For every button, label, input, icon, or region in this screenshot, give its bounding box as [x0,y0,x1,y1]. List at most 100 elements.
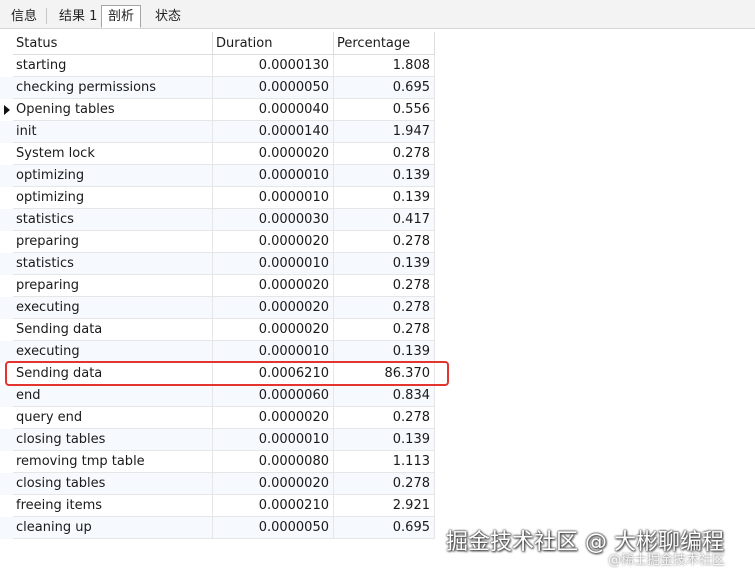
table-row[interactable]: statistics 0.0000030 0.417 [0,209,435,231]
tab-result-1[interactable]: 结果 1 [52,5,104,27]
cell-status[interactable]: init [13,121,213,143]
cell-status[interactable]: Sending data [13,363,213,385]
row-indicator [0,275,13,297]
cell-percentage[interactable]: 0.278 [334,473,435,495]
cell-duration[interactable]: 0.0000140 [213,121,334,143]
table-row[interactable]: closing tables 0.0000010 0.139 [0,429,435,451]
table-row[interactable]: init 0.0000140 1.947 [0,121,435,143]
cell-percentage[interactable]: 0.834 [334,385,435,407]
cell-percentage[interactable]: 0.695 [334,77,435,99]
cell-status[interactable]: closing tables [13,429,213,451]
row-indicator-header [0,32,13,55]
cell-status[interactable]: executing [13,341,213,363]
tab-profile[interactable]: 剖析 [101,5,142,28]
cell-status[interactable]: cleaning up [13,517,213,539]
cell-duration[interactable]: 0.0000060 [213,385,334,407]
table-row[interactable]: optimizing 0.0000010 0.139 [0,165,435,187]
cell-duration[interactable]: 0.0000080 [213,451,334,473]
cell-duration[interactable]: 0.0000020 [213,473,334,495]
cell-status[interactable]: removing tmp table [13,451,213,473]
table-row[interactable]: end 0.0000060 0.834 [0,385,435,407]
cell-status[interactable]: checking permissions [13,77,213,99]
cell-duration[interactable]: 0.0006210 [213,363,334,385]
cell-status[interactable]: executing [13,297,213,319]
table-row[interactable]: removing tmp table 0.0000080 1.113 [0,451,435,473]
cell-percentage[interactable]: 86.370 [334,363,435,385]
cell-status[interactable]: optimizing [13,187,213,209]
profile-grid[interactable]: Status Duration Percentage starting 0.000… [0,32,435,539]
table-row[interactable]: statistics 0.0000010 0.139 [0,253,435,275]
table-row[interactable]: Sending data 0.0006210 86.370 [0,363,435,385]
table-row[interactable]: Sending data 0.0000020 0.278 [0,319,435,341]
table-row[interactable]: preparing 0.0000020 0.278 [0,231,435,253]
cell-percentage[interactable]: 0.278 [334,275,435,297]
cell-percentage[interactable]: 0.556 [334,99,435,121]
cell-duration[interactable]: 0.0000020 [213,275,334,297]
cell-duration[interactable]: 0.0000050 [213,517,334,539]
cell-percentage[interactable]: 0.278 [334,143,435,165]
table-row[interactable]: query end 0.0000020 0.278 [0,407,435,429]
cell-duration[interactable]: 0.0000010 [213,253,334,275]
cell-percentage[interactable]: 1.808 [334,55,435,77]
cell-percentage[interactable]: 0.139 [334,429,435,451]
cell-status[interactable]: statistics [13,253,213,275]
cell-duration[interactable]: 0.0000020 [213,231,334,253]
cell-percentage[interactable]: 0.139 [334,253,435,275]
cell-status[interactable]: preparing [13,275,213,297]
cell-status[interactable]: System lock [13,143,213,165]
cell-status[interactable]: end [13,385,213,407]
cell-percentage[interactable]: 0.278 [334,319,435,341]
table-row[interactable]: executing 0.0000020 0.278 [0,297,435,319]
table-row[interactable]: preparing 0.0000020 0.278 [0,275,435,297]
cell-status[interactable]: Sending data [13,319,213,341]
column-header-status[interactable]: Status [13,32,213,55]
cell-duration[interactable]: 0.0000020 [213,143,334,165]
column-header-percentage[interactable]: Percentage [334,32,435,55]
cell-duration[interactable]: 0.0000030 [213,209,334,231]
cell-duration[interactable]: 0.0000010 [213,429,334,451]
cell-duration[interactable]: 0.0000210 [213,495,334,517]
cell-status[interactable]: preparing [13,231,213,253]
cell-percentage[interactable]: 2.921 [334,495,435,517]
cell-percentage[interactable]: 0.139 [334,165,435,187]
cell-status[interactable]: statistics [13,209,213,231]
cell-percentage[interactable]: 0.139 [334,341,435,363]
cell-status[interactable]: Opening tables [13,99,213,121]
tab-info[interactable]: 信息 [4,5,44,27]
table-row[interactable]: checking permissions 0.0000050 0.695 [0,77,435,99]
table-row[interactable]: cleaning up 0.0000050 0.695 [0,517,435,539]
table-row[interactable]: closing tables 0.0000020 0.278 [0,473,435,495]
cell-percentage[interactable]: 0.278 [334,407,435,429]
table-row[interactable]: freeing items 0.0000210 2.921 [0,495,435,517]
table-row[interactable]: executing 0.0000010 0.139 [0,341,435,363]
cell-percentage[interactable]: 0.417 [334,209,435,231]
cell-status[interactable]: closing tables [13,473,213,495]
cell-status[interactable]: query end [13,407,213,429]
table-row[interactable]: optimizing 0.0000010 0.139 [0,187,435,209]
cell-duration[interactable]: 0.0000050 [213,77,334,99]
cell-status[interactable]: freeing items [13,495,213,517]
cell-duration[interactable]: 0.0000130 [213,55,334,77]
cell-duration[interactable]: 0.0000020 [213,319,334,341]
cell-duration[interactable]: 0.0000010 [213,341,334,363]
tab-status[interactable]: 状态 [148,5,188,27]
cell-percentage[interactable]: 0.139 [334,187,435,209]
cell-percentage[interactable]: 1.947 [334,121,435,143]
cell-percentage[interactable]: 0.278 [334,231,435,253]
cell-percentage[interactable]: 1.113 [334,451,435,473]
table-row[interactable]: Opening tables 0.0000040 0.556 [0,99,435,121]
cell-duration[interactable]: 0.0000010 [213,165,334,187]
cell-percentage[interactable]: 0.278 [334,297,435,319]
row-indicator [0,319,13,341]
cell-status[interactable]: optimizing [13,165,213,187]
cell-duration[interactable]: 0.0000040 [213,99,334,121]
cell-percentage[interactable]: 0.695 [334,517,435,539]
table-row[interactable]: starting 0.0000130 1.808 [0,55,435,77]
cell-status[interactable]: starting [13,55,213,77]
column-header-duration[interactable]: Duration [213,32,334,55]
table-row[interactable]: System lock 0.0000020 0.278 [0,143,435,165]
cell-duration[interactable]: 0.0000020 [213,297,334,319]
current-row-arrow-icon [4,105,10,115]
cell-duration[interactable]: 0.0000020 [213,407,334,429]
cell-duration[interactable]: 0.0000010 [213,187,334,209]
